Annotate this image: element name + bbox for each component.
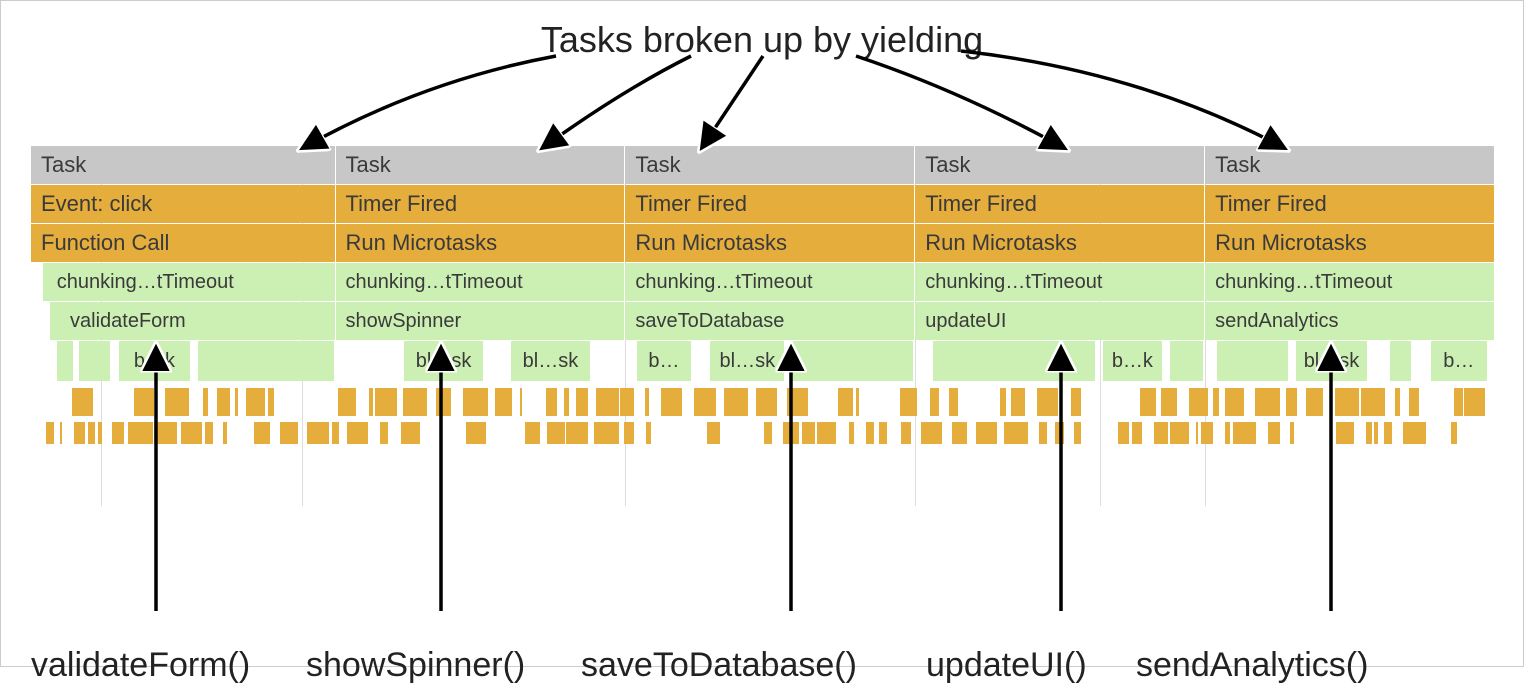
fn-cell: Run Microtasks	[1205, 224, 1495, 262]
block-cell: bl…sk	[710, 341, 786, 381]
fn-cell: Run Microtasks	[336, 224, 626, 262]
bottom-label: saveToDatabase()	[581, 646, 857, 685]
event-cell: Timer Fired	[1205, 185, 1495, 223]
leaf-cell: sendAnalytics	[1205, 302, 1495, 340]
event-cell: Timer Fired	[336, 185, 626, 223]
task-cell: Task	[31, 146, 336, 184]
block-cell: b…	[637, 341, 693, 381]
bottom-label: updateUI()	[926, 646, 1087, 685]
fn-cell: Run Microtasks	[625, 224, 915, 262]
event-cell: Timer Fired	[625, 185, 915, 223]
task-cell: Task	[336, 146, 626, 184]
task-cell: Task	[1205, 146, 1495, 184]
diagram-title: Tasks broken up by yielding	[1, 19, 1523, 61]
leaf-cell: saveToDatabase	[625, 302, 915, 340]
leaf-cell: validateForm	[50, 302, 335, 340]
flame-graph: Task Task Task Task Task Event: click Ti…	[31, 146, 1495, 436]
micro-blocks-row: b…k bl…sk bl…sk b… bl…sk b…k bl…sk b…	[31, 341, 1495, 381]
block-cell: bl…sk	[1296, 341, 1369, 381]
event-cell: Event: click	[31, 185, 336, 223]
block-cell: b…k	[119, 341, 192, 381]
leaf-cell: showSpinner	[336, 302, 626, 340]
mini-bars	[31, 388, 1495, 458]
task-cell: Task	[625, 146, 915, 184]
block-cell: b…k	[1103, 341, 1164, 381]
leaf-cell: updateUI	[915, 302, 1205, 340]
event-cell: Timer Fired	[915, 185, 1205, 223]
block-cell: bl…sk	[511, 341, 592, 381]
chunk-cell: chunking…tTimeout	[336, 263, 626, 301]
block-cell: bl…sk	[404, 341, 485, 381]
fn-cell: Function Call	[31, 224, 336, 262]
block-cell: b…	[1431, 341, 1490, 381]
chunk-cell: chunking…tTimeout	[43, 263, 336, 301]
bottom-label: validateForm()	[31, 646, 250, 685]
bottom-label: showSpinner()	[306, 646, 525, 685]
chunk-cell: chunking…tTimeout	[625, 263, 915, 301]
bottom-label: sendAnalytics()	[1136, 646, 1368, 685]
chunk-cell: chunking…tTimeout	[915, 263, 1205, 301]
fn-cell: Run Microtasks	[915, 224, 1205, 262]
chunk-cell: chunking…tTimeout	[1205, 263, 1495, 301]
task-cell: Task	[915, 146, 1205, 184]
